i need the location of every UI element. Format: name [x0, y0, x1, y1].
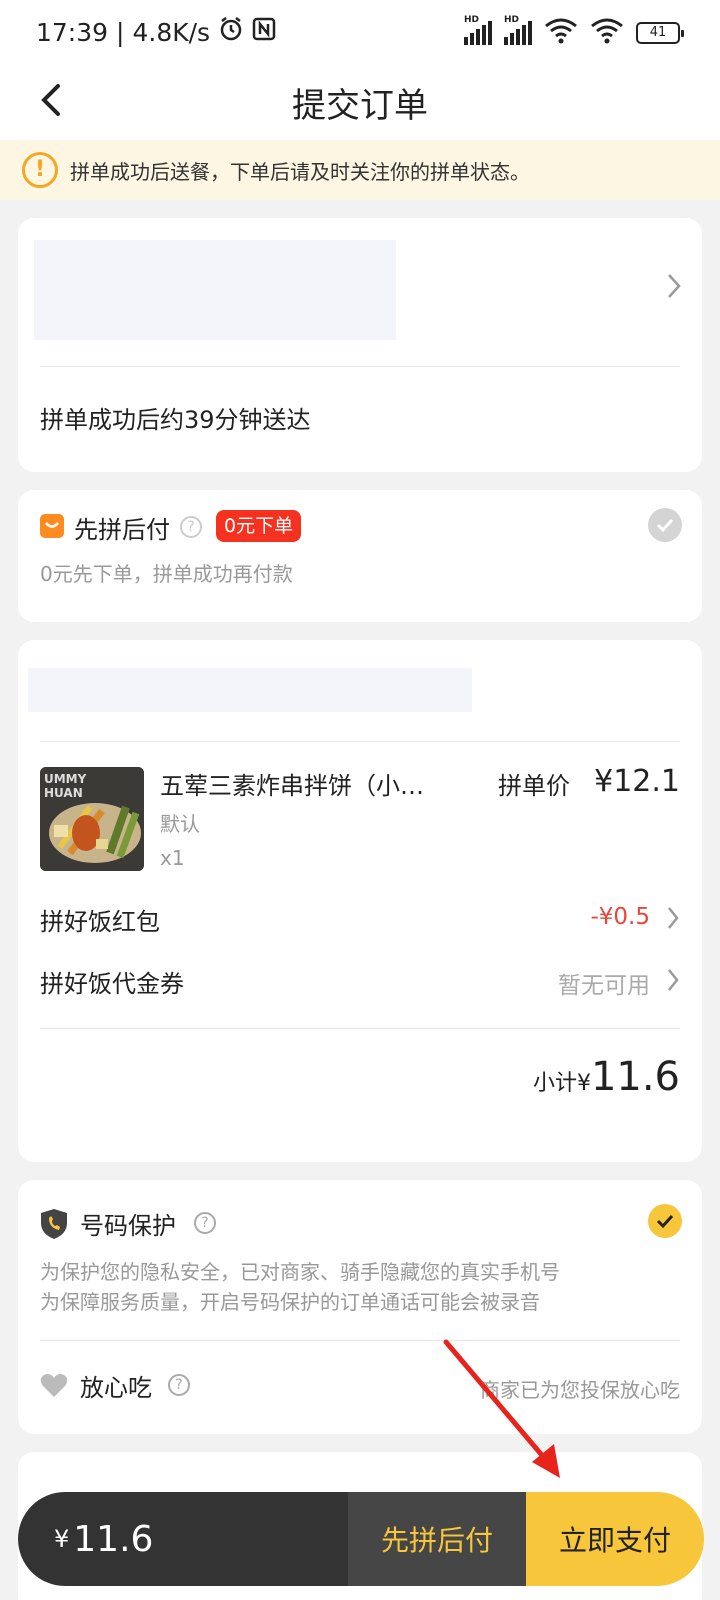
pay-now-button[interactable]: 立即支付: [526, 1492, 704, 1586]
divider: [40, 1340, 680, 1341]
checkbox-unchecked-icon[interactable]: [648, 508, 682, 542]
total-price: ¥ 11.6: [18, 1492, 348, 1586]
pay-later-badge: 0元下单: [216, 510, 302, 542]
divider: [40, 741, 680, 742]
alarm-icon: [218, 16, 244, 48]
product-price: ¥12.1: [594, 764, 680, 799]
subtotal-label: 小计¥: [532, 1071, 591, 1096]
delivery-eta: 拼单成功后约39分钟送达: [40, 406, 311, 434]
chevron-right-icon[interactable]: [666, 904, 680, 939]
total-currency: ¥: [54, 1525, 70, 1553]
nfc-icon: [252, 17, 276, 47]
status-bar: 17:39 | 4.8K/s HD HD 41: [0, 0, 720, 68]
divider: [40, 1028, 680, 1029]
safe-eat-title: 放心吃: [80, 1374, 152, 1402]
chevron-right-icon[interactable]: [666, 272, 682, 308]
svg-text:UMMY: UMMY: [44, 772, 87, 786]
divider: [40, 366, 680, 367]
notice-banner: ! 拼单成功后送餐，下单后请及时关注你的拼单状态。: [0, 140, 720, 200]
help-icon[interactable]: ?: [194, 1212, 216, 1234]
pay-later-button[interactable]: 先拼后付: [348, 1492, 526, 1586]
product-spec: 默认: [160, 812, 200, 836]
address-placeholder: [34, 240, 396, 340]
status-separator-icon: |: [116, 17, 125, 47]
red-packet-label: 拼好饭红包: [40, 908, 160, 936]
status-left: 17:39 | 4.8K/s: [36, 16, 276, 48]
notice-text: 拼单成功后送餐，下单后请及时关注你的拼单状态。: [70, 159, 530, 184]
subtotal-value: 11.6: [590, 1054, 680, 1100]
bottom-pay-bar: ¥ 11.6 先拼后付 立即支付: [18, 1492, 704, 1586]
product-image[interactable]: UMMY HUAN: [40, 767, 144, 871]
privacy-title: 号码保护: [80, 1212, 176, 1240]
pay-later-card[interactable]: 先拼后付 ? 0元下单 0元先下单，拼单成功再付款: [18, 490, 702, 622]
voucher-value[interactable]: 暂无可用: [558, 966, 650, 1000]
signal-icon: HD: [464, 15, 492, 45]
heart-icon: [40, 1372, 68, 1402]
chevron-right-icon[interactable]: [666, 966, 680, 1001]
network-speed: 4.8K/s: [132, 17, 211, 47]
privacy-card: 号码保护 ? 为保护您的隐私安全，已对商家、骑手隐藏您的真实手机号 为保障服务质…: [18, 1180, 702, 1434]
subtotal: 小计¥ 11.6: [533, 1054, 680, 1100]
address-card[interactable]: 拼单成功后约39分钟送达: [18, 218, 702, 472]
price-label: 拼单价: [498, 772, 570, 800]
privacy-line1: 为保护您的隐私安全，已对商家、骑手隐藏您的真实手机号: [40, 1260, 560, 1284]
pay-later-title: 先拼后付: [74, 516, 170, 544]
nav-bar: 提交订单: [0, 68, 720, 140]
help-icon[interactable]: ?: [180, 516, 202, 538]
product-name: 五荤三素炸串拌饼（小…: [160, 772, 424, 800]
checkbox-checked-icon[interactable]: [648, 1204, 682, 1238]
voucher-label: 拼好饭代金券: [40, 970, 184, 998]
wifi-icon: [590, 18, 624, 48]
annotation-arrow-icon: [443, 1339, 560, 1478]
svg-text:HUAN: HUAN: [44, 786, 83, 800]
help-icon[interactable]: ?: [168, 1374, 190, 1396]
privacy-line2: 为保障服务质量，开启号码保护的订单通话可能会被录音: [40, 1290, 540, 1314]
pay-later-desc: 0元先下单，拼单成功再付款: [40, 562, 293, 586]
product-qty: x1: [160, 846, 185, 870]
battery-icon: 41: [636, 22, 684, 44]
status-right: HD HD 41: [464, 15, 684, 48]
warning-icon: !: [22, 152, 58, 188]
page-title: 提交订单: [292, 86, 428, 126]
pay-later-logo-icon: [40, 514, 64, 538]
status-time: 17:39: [36, 17, 109, 47]
order-card: UMMY HUAN 五荤三素炸串拌饼（小… 默认 x1 拼单价 ¥12.1 拼好…: [18, 640, 702, 1162]
total-value: 11.6: [73, 1518, 154, 1560]
phone-shield-icon: [40, 1208, 68, 1244]
signal-icon: HD: [504, 15, 532, 45]
red-packet-value[interactable]: -¥0.5: [590, 904, 650, 930]
wifi-icon: [544, 18, 578, 48]
shop-name-placeholder: [28, 668, 472, 712]
